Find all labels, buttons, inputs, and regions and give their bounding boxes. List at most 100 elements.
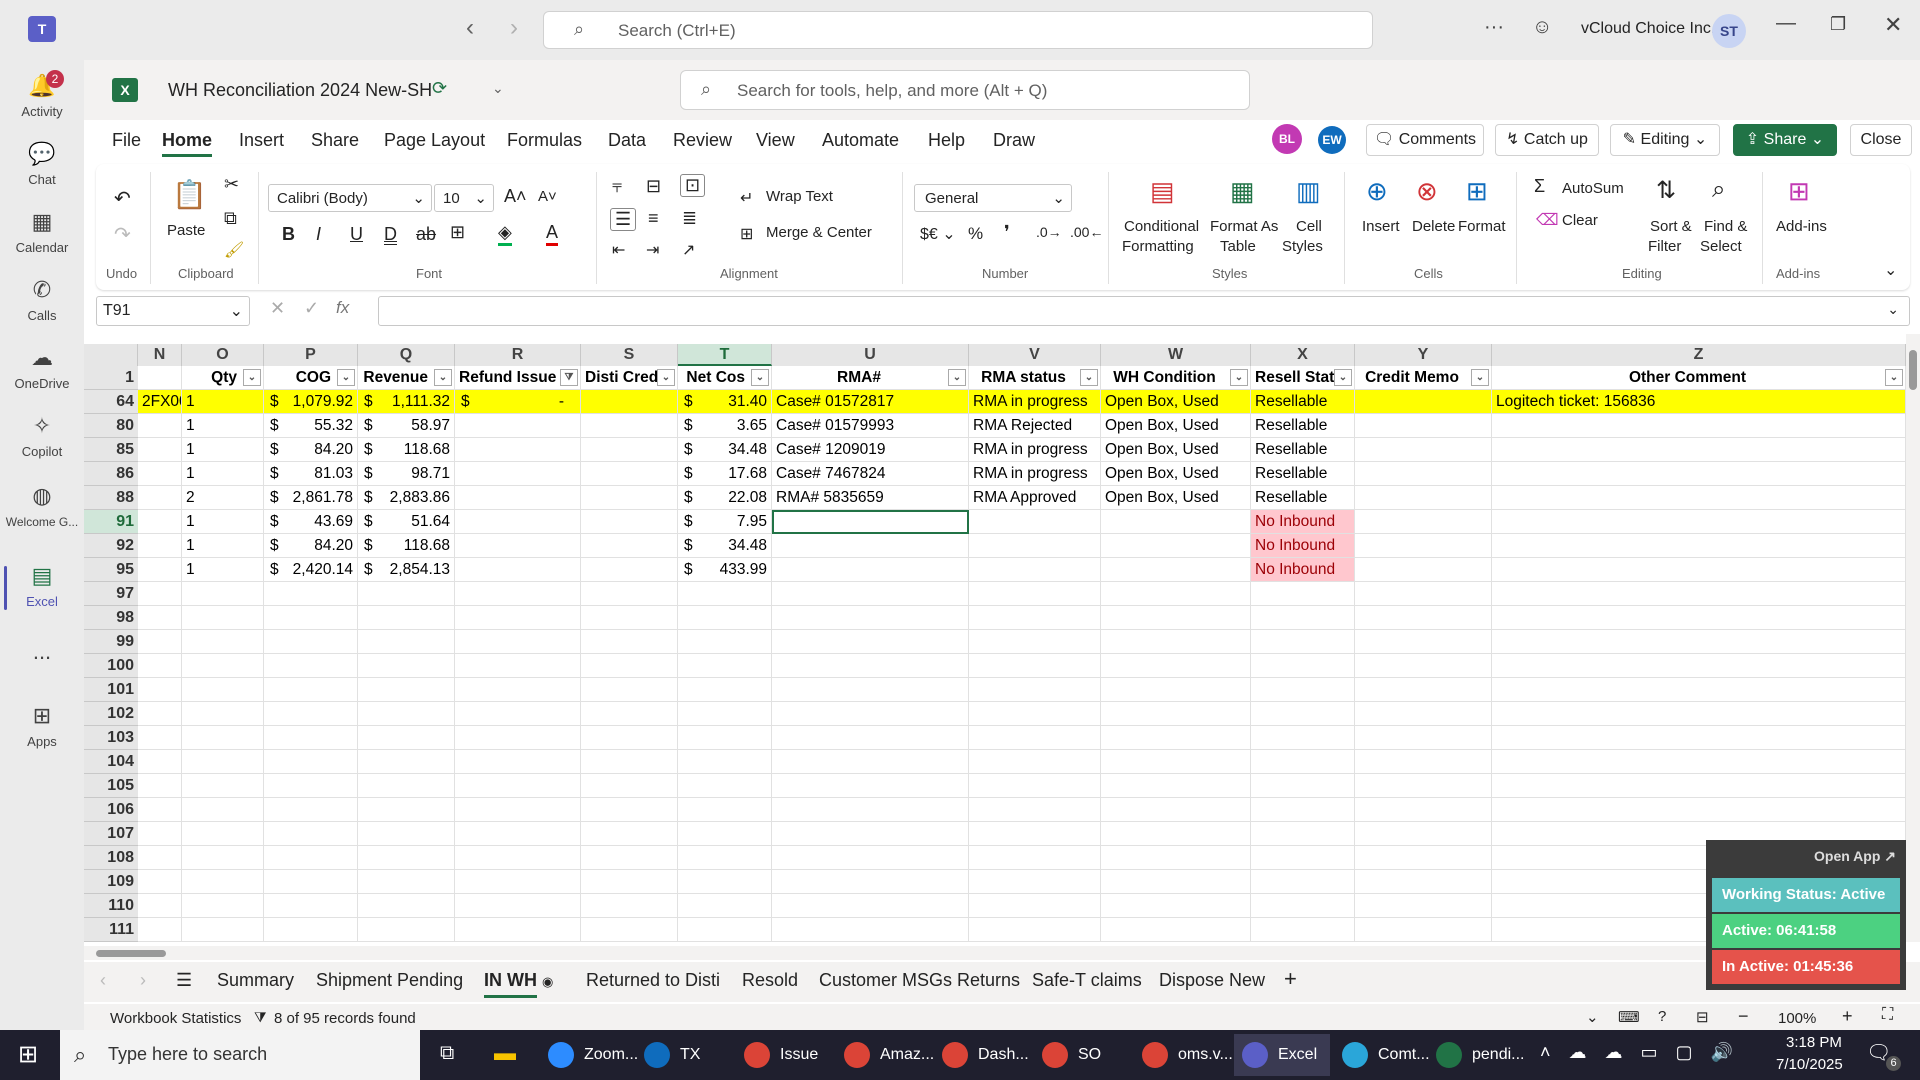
row-header[interactable]: 105: [84, 774, 138, 798]
table-cell[interactable]: [969, 510, 1101, 534]
row-header[interactable]: 100: [84, 654, 138, 678]
addins-label[interactable]: Add-ins: [1776, 218, 1827, 235]
table-cell[interactable]: [1355, 726, 1492, 750]
table-cell[interactable]: [455, 870, 581, 894]
table-cell[interactable]: [182, 702, 264, 726]
filter-dropdown-icon[interactable]: ⌄: [1230, 369, 1248, 386]
table-cell[interactable]: [581, 606, 678, 630]
column-header-p[interactable]: P: [264, 344, 358, 366]
table-cell[interactable]: [678, 894, 772, 918]
table-cell[interactable]: [678, 630, 772, 654]
table-cell[interactable]: [1251, 774, 1355, 798]
wrap-text-icon[interactable]: ↵: [740, 188, 753, 208]
table-cell[interactable]: [581, 774, 678, 798]
table-cell[interactable]: [264, 678, 358, 702]
table-cell[interactable]: [772, 654, 969, 678]
increase-font-icon[interactable]: A˄: [504, 186, 527, 207]
table-header-cell[interactable]: WH Condition ⌄: [1101, 366, 1251, 390]
table-cell[interactable]: [772, 582, 969, 606]
table-cell[interactable]: 34.48 $: [678, 534, 772, 558]
column-header-y[interactable]: Y: [1355, 344, 1492, 366]
table-cell[interactable]: [264, 702, 358, 726]
table-cell[interactable]: [581, 630, 678, 654]
table-cell[interactable]: 81.03 $: [264, 462, 358, 486]
next-sheet-icon[interactable]: ›: [140, 970, 146, 991]
table-header-cell[interactable]: RMA# ⌄: [772, 366, 969, 390]
table-cell[interactable]: [772, 630, 969, 654]
comma-icon[interactable]: ❜: [1004, 222, 1010, 243]
table-cell[interactable]: [1101, 846, 1251, 870]
table-cell[interactable]: Resellable: [1251, 462, 1355, 486]
table-cell[interactable]: [969, 558, 1101, 582]
table-cell[interactable]: [138, 870, 182, 894]
table-cell[interactable]: [581, 510, 678, 534]
table-cell[interactable]: [358, 918, 455, 942]
tab-insert[interactable]: Insert: [239, 130, 284, 151]
table-header-cell[interactable]: COG ⌄: [264, 366, 358, 390]
table-cell[interactable]: [182, 630, 264, 654]
table-cell[interactable]: [1101, 582, 1251, 606]
table-cell[interactable]: [678, 918, 772, 942]
tab-share[interactable]: Share: [311, 130, 359, 151]
addins-icon[interactable]: ⊞: [1788, 176, 1810, 207]
row-header[interactable]: 80: [84, 414, 138, 438]
table-cell[interactable]: [138, 606, 182, 630]
sheet-tab-summary[interactable]: Summary: [217, 970, 294, 991]
tab-home[interactable]: Home: [162, 130, 213, 157]
column-header-n[interactable]: N: [138, 344, 182, 366]
table-cell[interactable]: [264, 726, 358, 750]
table-header-cell[interactable]: Other Comment ⌄: [1492, 366, 1906, 390]
table-cell[interactable]: [455, 822, 581, 846]
rail-chat[interactable]: 💬 Chat: [0, 132, 84, 202]
confirm-formula-icon[interactable]: ✓: [304, 298, 319, 319]
align-top-icon[interactable]: ⫧: [612, 176, 622, 197]
table-cell[interactable]: [182, 678, 264, 702]
table-cell[interactable]: [1355, 414, 1492, 438]
table-cell[interactable]: [772, 846, 969, 870]
table-cell[interactable]: [1251, 726, 1355, 750]
taskbar-app[interactable]: oms.v...: [1134, 1034, 1233, 1076]
file-name[interactable]: WH Reconciliation 2024 New-SH: [168, 80, 432, 101]
row-header[interactable]: 88: [84, 486, 138, 510]
table-header-cell[interactable]: Qty ⌄: [182, 366, 264, 390]
table-cell[interactable]: [772, 726, 969, 750]
column-header-z[interactable]: Z: [1492, 344, 1906, 366]
taskbar-search-box[interactable]: ⌕ Type here to search: [60, 1030, 420, 1080]
function-icon[interactable]: fx: [336, 298, 349, 318]
format-table-label[interactable]: Format As: [1210, 218, 1278, 235]
table-cell[interactable]: [1492, 774, 1906, 798]
find-select-label[interactable]: Find &: [1704, 218, 1747, 235]
merge-center-button[interactable]: Merge & Center: [766, 224, 872, 241]
tab-automate[interactable]: Automate: [822, 130, 899, 151]
row-header[interactable]: 91: [84, 510, 138, 534]
autosum-icon[interactable]: Σ: [1534, 176, 1545, 197]
table-cell[interactable]: [581, 654, 678, 678]
column-header-q[interactable]: Q: [358, 344, 455, 366]
align-middle-icon[interactable]: ⊟: [646, 176, 661, 197]
sort-filter-icon[interactable]: ⇅: [1656, 176, 1676, 205]
table-cell[interactable]: 1: [182, 390, 264, 414]
table-cell[interactable]: [1355, 558, 1492, 582]
table-cell[interactable]: [1251, 582, 1355, 606]
filter-dropdown-icon[interactable]: ⌄: [657, 369, 675, 386]
table-cell[interactable]: RMA# 5835659: [772, 486, 969, 510]
task-view-icon[interactable]: ⧉: [440, 1042, 454, 1065]
table-cell[interactable]: [358, 678, 455, 702]
table-cell[interactable]: [182, 654, 264, 678]
table-cell[interactable]: [772, 918, 969, 942]
table-cell[interactable]: [138, 438, 182, 462]
table-cell[interactable]: [1355, 438, 1492, 462]
share-button[interactable]: ⇪ Share ⌄: [1733, 124, 1837, 156]
table-cell[interactable]: [138, 366, 182, 390]
table-cell[interactable]: [455, 486, 581, 510]
row-header[interactable]: 102: [84, 702, 138, 726]
table-cell[interactable]: RMA in progress: [969, 462, 1101, 486]
table-cell[interactable]: [182, 918, 264, 942]
increase-decimal-icon[interactable]: .0→: [1036, 224, 1062, 240]
table-cell[interactable]: [1355, 510, 1492, 534]
sort-filter-label[interactable]: Sort &: [1650, 218, 1692, 235]
row-header[interactable]: 92: [84, 534, 138, 558]
tab-formulas[interactable]: Formulas: [507, 130, 582, 151]
table-cell[interactable]: [1492, 702, 1906, 726]
tab-review[interactable]: Review: [673, 130, 732, 151]
